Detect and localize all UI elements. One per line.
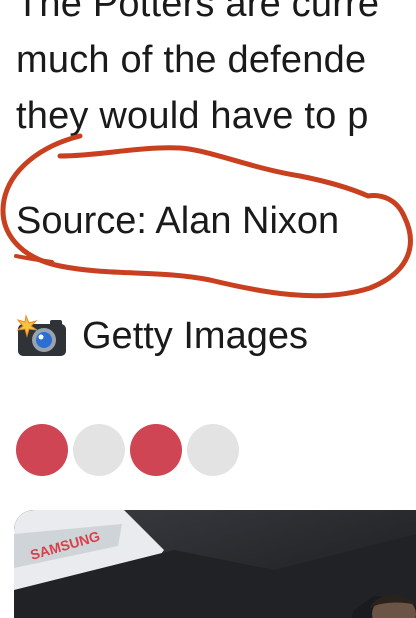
article-photo[interactable]: SAMSUNG: [14, 510, 416, 618]
source-attribution: Source: Alan Nixon: [16, 200, 340, 242]
image-credit: Getty Images: [16, 312, 308, 360]
camera-with-flash-icon: [16, 314, 66, 356]
article-line: much of the defende: [16, 39, 367, 81]
carousel-indicator: [16, 424, 244, 476]
carousel-dot[interactable]: [73, 424, 125, 476]
stadium-photo-graphic: SAMSUNG: [14, 510, 416, 618]
credit-text: Getty Images: [82, 315, 308, 357]
article-line: they would have to p: [16, 95, 369, 137]
carousel-dot[interactable]: [130, 424, 182, 476]
article-body: The Potters are curre much of the defend…: [16, 0, 416, 144]
article-line: The Potters are curre: [16, 0, 380, 25]
carousel-dot[interactable]: [16, 424, 68, 476]
carousel-dot[interactable]: [187, 424, 239, 476]
